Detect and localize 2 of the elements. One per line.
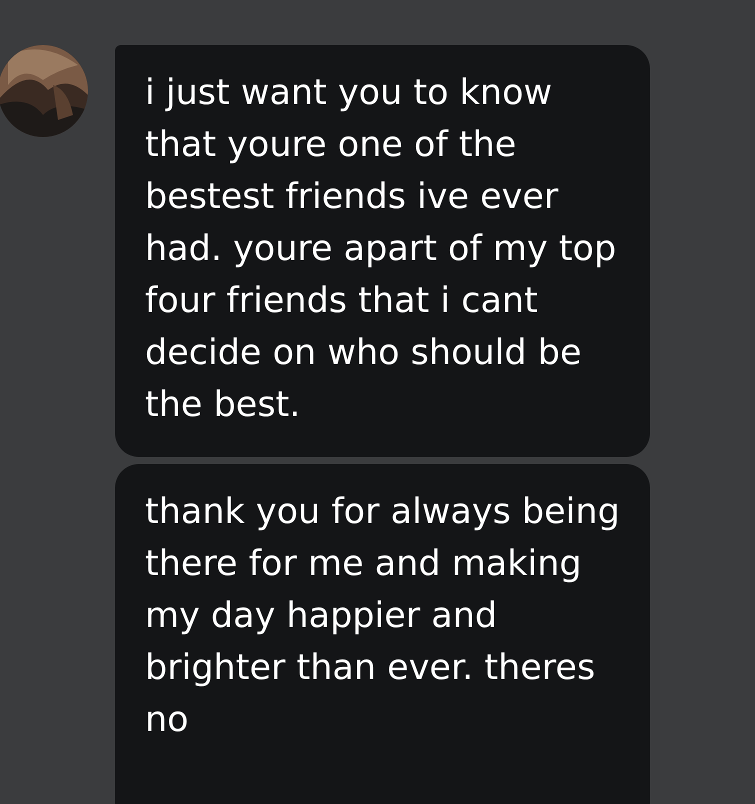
- message-bubble: i just want you to know that youre one of the bestest friends ive ever had. youre apart of my top four friends that i cant decide on who should be the best.: [115, 45, 650, 457]
- message-bubble: thank you for always being there for me and making my day happier and brighter than ever. theres no: [115, 464, 650, 804]
